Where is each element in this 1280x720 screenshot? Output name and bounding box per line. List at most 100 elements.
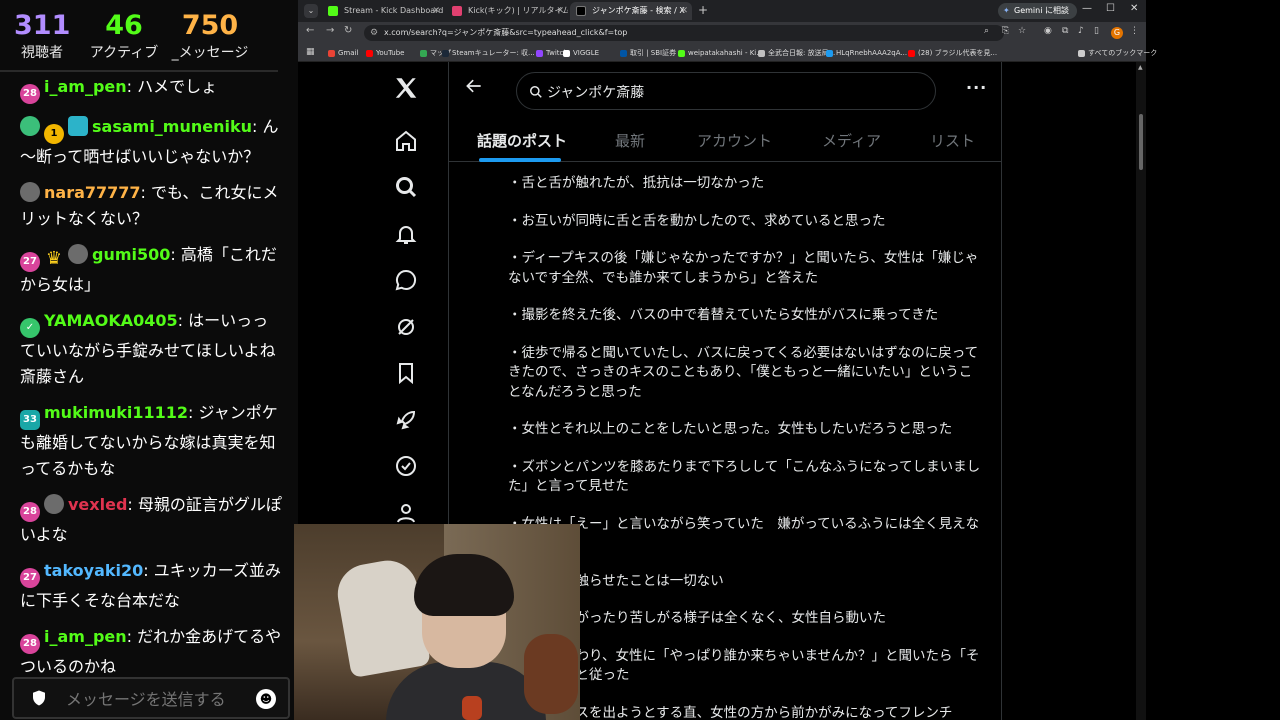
bookmark-icon[interactable]	[392, 359, 420, 387]
bar-badge-icon	[68, 116, 88, 136]
bookmark-item[interactable]: 全武合日報: 放送局...	[758, 45, 835, 61]
tab-close-icon[interactable]: ✕	[556, 2, 564, 20]
avatar-badge-icon	[20, 182, 40, 202]
extension-icon[interactable]: ◉	[1044, 26, 1052, 36]
gemini-button[interactable]: Gemini に相談	[998, 3, 1077, 19]
tab-lists[interactable]: リスト	[930, 130, 975, 151]
chat-username[interactable]: i_am_pen	[44, 627, 127, 646]
verified-icon[interactable]	[392, 452, 420, 480]
forward-nav-icon[interactable]: →	[326, 25, 334, 36]
scroll-up-icon[interactable]: ▲	[1138, 64, 1143, 71]
bookmark-item[interactable]: YouTube	[366, 45, 404, 61]
chat-username[interactable]: i_am_pen	[44, 77, 127, 96]
column-divider	[1001, 62, 1002, 720]
shield-icon[interactable]	[30, 689, 50, 709]
alien-badge-icon	[20, 116, 40, 136]
message-count-value: 750	[181, 10, 239, 41]
chat-message-input[interactable]	[66, 687, 246, 711]
kick-ranking-favicon-icon	[452, 6, 462, 16]
tab-media[interactable]: メディア	[822, 130, 881, 151]
bookmark-item[interactable]: Gmail	[328, 45, 358, 61]
pink-badge-icon: 27	[20, 568, 40, 588]
chat-message: 27 ♛ gumi500: 高橋「これだから女は」	[20, 242, 282, 298]
emoji-icon[interactable]: ☻	[256, 689, 276, 709]
profile-avatar[interactable]: G	[1111, 27, 1123, 39]
bookmark-item[interactable]: HLqRnebhAAA2qA...	[826, 45, 907, 61]
address-url: x.com/search?q=ジャンポケ斎藤&src=typeahead_cli…	[384, 28, 628, 37]
site-info-icon[interactable]: ⚙	[370, 25, 378, 41]
page-scrollbar[interactable]: ▲	[1136, 62, 1146, 720]
media-icon[interactable]: ♪	[1078, 26, 1084, 36]
x-search-tabs: 話題のポスト 最新 アカウント メディア リスト	[449, 122, 1001, 162]
chat-username[interactable]: vexled	[68, 495, 127, 514]
close-window-icon[interactable]: ✕	[1130, 3, 1138, 14]
explore-search-icon[interactable]	[392, 173, 420, 201]
search-icon	[529, 84, 543, 98]
tab-latest[interactable]: 最新	[615, 130, 645, 151]
bookmark-item[interactable]: VIGGLE	[563, 45, 599, 61]
install-icon[interactable]: ⎘	[1002, 26, 1009, 36]
chat-message: 1 sasami_muneniku: ん～断って晒せばいいじゃないか？	[20, 114, 282, 170]
stream-overlay: 311 視聴者 46 アクティブ 750 _メッセージ 28 i_am_pen: …	[0, 0, 298, 720]
chat-input-box[interactable]: ☻	[12, 677, 290, 719]
tab-search-dropdown-icon[interactable]: ⌄	[304, 4, 318, 18]
gold-badge-icon: 1	[44, 124, 64, 144]
grok-icon[interactable]	[392, 313, 420, 341]
zoom-icon[interactable]: ⌕	[984, 26, 989, 36]
tab-kick-dashboard[interactable]: Stream - Kick Dashboard ✕	[322, 2, 444, 20]
maximize-icon[interactable]: ☐	[1106, 3, 1115, 14]
x-search-input[interactable]	[547, 81, 917, 103]
tab-title: Kick(キック) | リアルタイムランキング	[468, 6, 568, 15]
more-options-icon[interactable]: ···	[966, 78, 987, 97]
new-tab-button[interactable]: +	[698, 3, 708, 17]
reload-icon[interactable]: ↻	[344, 25, 352, 36]
bookmark-item[interactable]: 取引 | SBI証券	[620, 45, 676, 61]
tab-x-search[interactable]: ジャンポケ斎藤 - 検索 / X ✕	[570, 2, 692, 20]
bookmark-item[interactable]: Steamキュレーター: 収...	[442, 45, 535, 61]
chat-separator: :	[126, 77, 138, 96]
bookmark-item[interactable]: (28) ブラジル代表を見...	[908, 45, 997, 61]
browser-toolbar: ← → ↻ ⚙ x.com/search?q=ジャンポケ斎藤&src=typea…	[298, 22, 1146, 44]
rocket-icon[interactable]	[392, 406, 420, 434]
x-logo-icon[interactable]	[392, 74, 420, 102]
address-bar[interactable]: ⚙ x.com/search?q=ジャンポケ斎藤&src=typeahead_c…	[364, 25, 1004, 41]
x-search-box[interactable]	[516, 72, 936, 110]
minimize-icon[interactable]: —	[1082, 3, 1092, 14]
chat-message: ✓ YAMAOKA0405: はーいっっていいながら手錠みせてほしいよね斎藤さん	[20, 308, 282, 390]
sidebar-icon[interactable]: ▯	[1094, 26, 1099, 36]
back-nav-icon[interactable]: ←	[306, 25, 314, 36]
scrollbar-thumb[interactable]	[1139, 114, 1143, 170]
back-arrow-icon[interactable]	[464, 76, 484, 96]
chat-username[interactable]: sasami_muneniku	[92, 117, 252, 136]
star-icon[interactable]: ☆	[1018, 26, 1026, 36]
notifications-bell-icon[interactable]	[392, 220, 420, 248]
profile-icon[interactable]	[392, 499, 420, 527]
post-paragraph: ・女性とそれ以上のことをしたいと思った。女性もしたいだろうと思った	[508, 421, 953, 437]
webcam-microphone	[462, 696, 482, 720]
avatar-badge-icon	[44, 494, 64, 514]
tab-title: Stream - Kick Dashboard	[344, 6, 444, 15]
active-tab-indicator	[479, 158, 561, 162]
tab-top-posts[interactable]: 話題のポスト	[477, 130, 567, 151]
menu-icon[interactable]: ⋮	[1130, 26, 1139, 36]
tab-close-icon[interactable]: ✕	[432, 2, 440, 20]
tab-close-icon[interactable]: ✕	[680, 2, 688, 20]
chat-message: 27 takoyaki20: ユキッカーズ並みに下手くそな台本だな	[20, 558, 282, 614]
puzzle-icon[interactable]: ⧉	[1062, 26, 1068, 36]
chat-username[interactable]: mukimuki11112	[44, 403, 188, 422]
chat-username[interactable]: gumi500	[92, 245, 170, 264]
chat-separator: :	[143, 561, 154, 580]
chat-username[interactable]: takoyaki20	[44, 561, 143, 580]
chat-username[interactable]: nara77777	[44, 183, 141, 202]
bookmark-item[interactable]: weipatakahashi - Ki...	[678, 45, 763, 61]
apps-icon[interactable]: ▦	[306, 47, 315, 57]
all-bookmarks-button[interactable]: すべてのブックマーク	[1078, 45, 1157, 61]
tab-accounts[interactable]: アカウント	[697, 130, 772, 151]
post-paragraph: ・徒歩で帰ると聞いていたし、バスに戻ってくる必要はないはずなのに戻ってきたので、…	[508, 344, 979, 400]
chat-message: 28 i_am_pen: ハメでしょ	[20, 74, 282, 104]
message-count: 750 _メッセージ	[170, 8, 250, 62]
tab-kick-ranking[interactable]: Kick(キック) | リアルタイムランキング ✕	[446, 2, 568, 20]
messages-chat-icon[interactable]	[392, 266, 420, 294]
chat-username[interactable]: YAMAOKA0405	[44, 311, 178, 330]
home-icon[interactable]	[392, 127, 420, 155]
